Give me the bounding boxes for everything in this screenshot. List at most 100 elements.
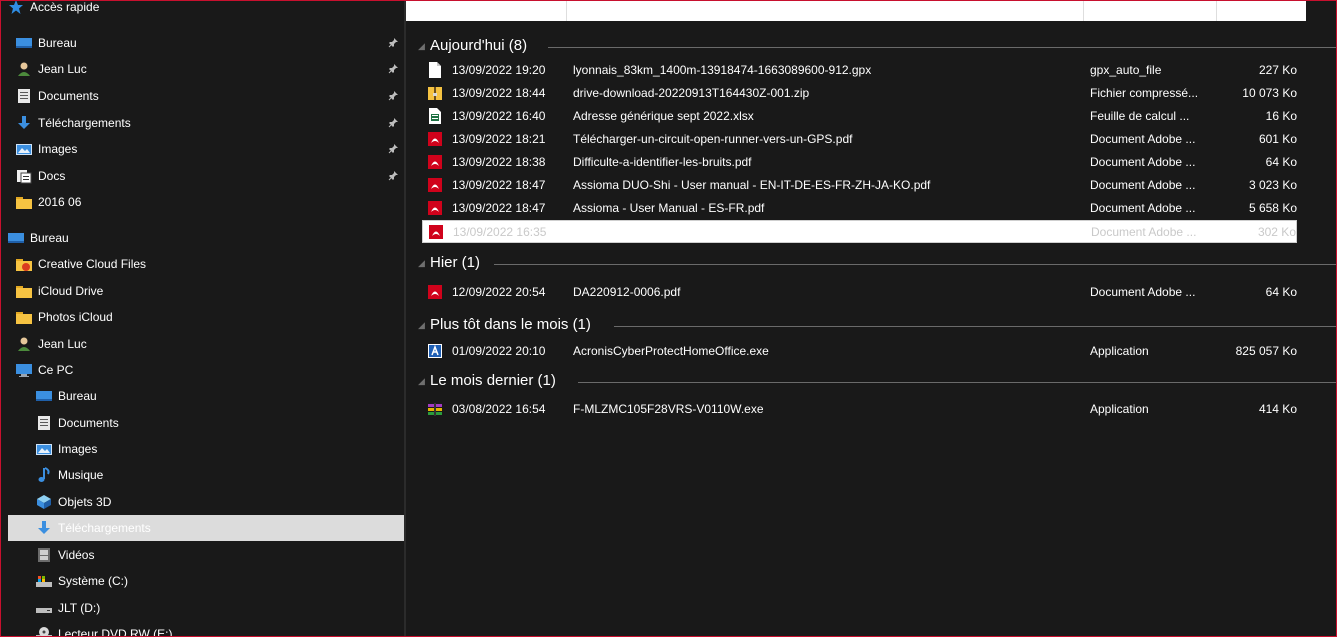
nav-tree-pc-bureau[interactable]: Bureau [36,383,404,409]
file-size: 302 Ko [1257,225,1296,239]
file-row-renaming[interactable]: 13/09/2022 16:35 Document Adobe ... 302 … [422,220,1297,243]
collapse-chevron-icon[interactable]: ◢ [418,41,425,52]
creative-cloud-folder-icon [16,256,32,272]
drive-icon [36,600,52,616]
group-header-earlier-this-month[interactable]: ◢ Plus tôt dans le mois (1) [406,314,1337,338]
navigation-pane[interactable]: Accès rapide Bureau Jean Luc Documents T… [0,0,404,637]
pdf-icon [428,154,442,170]
file-list-pane[interactable]: ◢ Aujourd'hui (8) 13/09/2022 19:20 lyonn… [406,0,1337,637]
nav-quick-docs[interactable]: Docs [16,163,404,189]
nav-quick-images[interactable]: Images [16,136,404,162]
nav-tree-jean-luc[interactable]: Jean Luc [16,331,404,357]
nav-item-label: iCloud Drive [38,284,104,298]
star-icon [8,0,24,15]
nav-item-label: Système (C:) [58,574,129,588]
nav-quick-2016-06[interactable]: 2016 06 [16,189,404,215]
group-header-yesterday[interactable]: ◢ Hier (1) [406,252,1337,276]
pin-icon[interactable] [388,64,398,74]
nav-tree-pc-systeme-c[interactable]: Système (C:) [36,568,404,594]
nav-quick-jean-luc[interactable]: Jean Luc [16,56,404,82]
nav-tree-photos-icloud[interactable]: Photos iCloud [16,304,404,330]
column-separator[interactable] [1083,0,1084,21]
file-type: Fichier compressé... [1090,86,1199,100]
file-type: Document Adobe ... [1090,201,1196,215]
file-size: 227 Ko [1258,63,1297,77]
file-row[interactable]: 12/09/2022 20:54 DA220912-0006.pdf Docum… [422,281,1297,304]
file-row[interactable]: 13/09/2022 16:40 Adresse générique sept … [422,105,1297,128]
images-icon [36,441,52,457]
nav-tree-creative-cloud[interactable]: Creative Cloud Files [16,251,404,277]
file-row[interactable]: 13/09/2022 18:44 drive-download-20220913… [422,82,1297,105]
file-name: lyonnais_83km_1400m-13918474-1663089600-… [573,63,872,77]
pin-icon[interactable] [388,118,398,128]
nav-item-label: Lecteur DVD RW (E:) [58,627,173,637]
pin-icon[interactable] [388,91,398,101]
nav-item-label: Accès rapide [30,0,100,14]
nav-tree-pc-images[interactable]: Images [36,436,404,462]
3d-objects-icon [36,494,52,510]
nav-tree-icloud-drive[interactable]: iCloud Drive [16,278,404,304]
nav-quick-access[interactable]: Accès rapide [8,0,99,20]
collapse-chevron-icon[interactable]: ◢ [418,376,425,387]
pdf-icon [428,177,442,193]
music-icon [36,467,52,483]
documents-icon [16,88,32,104]
group-header-today[interactable]: ◢ Aujourd'hui (8) [406,35,1337,59]
nav-item-label: Jean Luc [38,62,87,76]
file-type: Document Adobe ... [1090,155,1196,169]
file-name: Assioma DUO-Shi - User manual - EN-IT-DE… [573,178,931,192]
nav-tree-pc-telechargements[interactable]: Téléchargements [8,515,404,541]
column-separator[interactable] [1216,0,1217,21]
file-date: 12/09/2022 20:54 [452,285,546,299]
nav-tree-pc-jlt-d[interactable]: JLT (D:) [36,595,404,621]
videos-icon [36,547,52,563]
file-row[interactable]: 13/09/2022 18:47 Assioma - User Manual -… [422,197,1297,220]
file-size: 5 658 Ko [1248,201,1297,215]
download-icon [16,115,32,131]
collapse-chevron-icon[interactable]: ◢ [418,258,425,269]
collapse-chevron-icon[interactable]: ◢ [418,320,425,331]
nav-tree-pc-documents[interactable]: Documents [36,410,404,436]
nav-item-label: JLT (D:) [58,601,101,615]
column-headers[interactable] [406,0,1306,21]
images-icon [16,141,32,157]
file-date: 13/09/2022 18:47 [452,201,546,215]
file-date: 13/09/2022 18:47 [452,178,546,192]
group-divider [578,382,1337,383]
pdf-icon [429,224,443,240]
nav-tree-pc-dvd-e[interactable]: Lecteur DVD RW (E:) [36,621,404,637]
file-row[interactable]: 13/09/2022 18:47 Assioma DUO-Shi - User … [422,174,1297,197]
dvd-drive-icon [36,626,52,637]
nav-quick-documents[interactable]: Documents [16,83,404,109]
nav-item-label: Bureau [30,231,69,245]
nav-item-label: Docs [38,169,66,183]
nav-item-label: Photos iCloud [38,310,113,324]
file-row[interactable]: 03/08/2022 16:54 F-MLZMC105F28VRS-V0110W… [422,398,1297,421]
pin-icon[interactable] [388,144,398,154]
group-title: Le mois dernier (1) [430,372,556,389]
nav-quick-telechargements[interactable]: Téléchargements [16,110,404,136]
nav-tree-pc-objets-3d[interactable]: Objets 3D [36,489,404,515]
nav-item-label: Images [58,442,98,456]
nav-tree-bureau[interactable]: Bureau [8,225,404,251]
file-row[interactable]: 01/09/2022 20:10 AcronisCyberProtectHome… [422,340,1297,363]
excel-icon [428,108,442,124]
file-date: 13/09/2022 18:21 [452,132,546,146]
nav-quick-bureau[interactable]: Bureau [16,30,404,56]
nav-tree-pc-musique[interactable]: Musique [36,462,404,488]
group-header-last-month[interactable]: ◢ Le mois dernier (1) [406,370,1337,394]
nav-item-label: Bureau [38,36,77,50]
documents-icon [36,415,52,431]
pin-icon[interactable] [388,171,398,181]
nav-item-label: Téléchargements [38,116,131,130]
column-separator[interactable] [566,0,567,21]
file-row[interactable]: 13/09/2022 18:38 Difficulte-a-identifier… [422,151,1297,174]
file-type: gpx_auto_file [1090,63,1162,77]
nav-item-label: Ce PC [38,363,74,377]
pin-icon[interactable] [388,38,398,48]
file-row[interactable]: 13/09/2022 18:21 Télécharger-un-circuit-… [422,128,1297,151]
nav-tree-ce-pc[interactable]: Ce PC [16,357,404,383]
file-size: 16 Ko [1265,109,1297,123]
file-row[interactable]: 13/09/2022 19:20 lyonnais_83km_1400m-139… [422,59,1297,82]
nav-tree-pc-videos[interactable]: Vidéos [36,542,404,568]
